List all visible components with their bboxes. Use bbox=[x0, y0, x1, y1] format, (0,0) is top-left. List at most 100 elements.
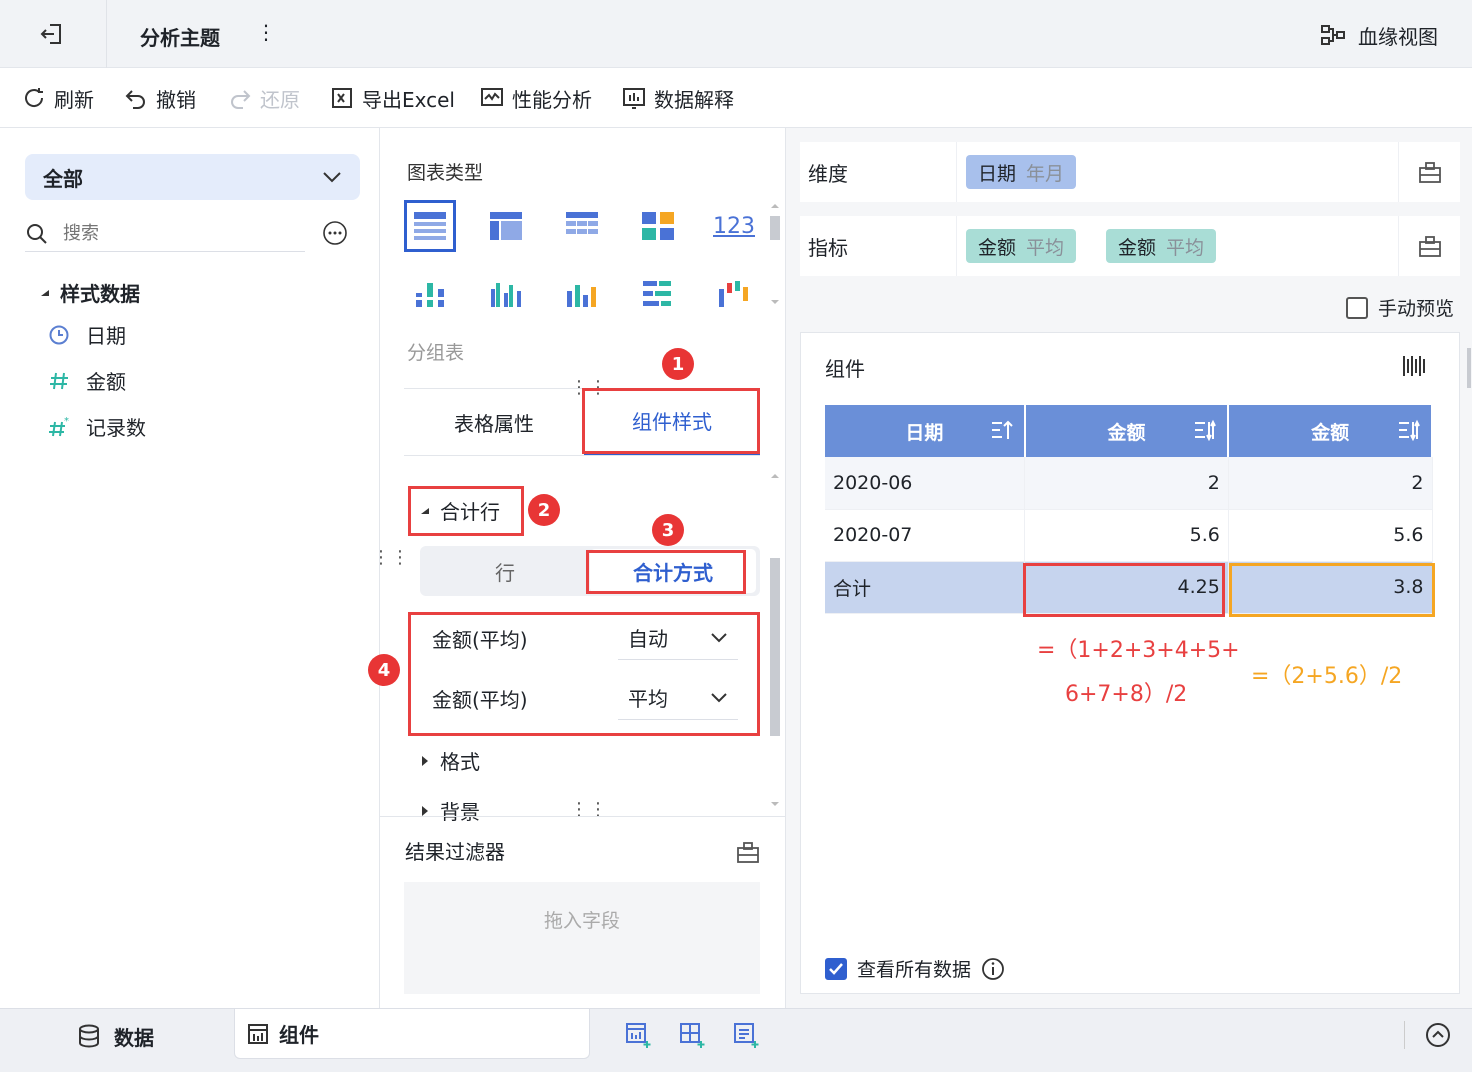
divider bbox=[956, 142, 957, 202]
export-label: 导出Excel bbox=[362, 87, 455, 112]
export-excel-button[interactable]: 导出Excel bbox=[330, 82, 455, 114]
chip-sub: 年月 bbox=[1026, 162, 1065, 185]
chart-explain-icon bbox=[622, 86, 646, 110]
tree-folder-style-data[interactable]: 样式数据 bbox=[40, 278, 140, 307]
tab-component[interactable]: 组件 bbox=[234, 1009, 590, 1059]
more-icon[interactable]: ⋮ bbox=[256, 20, 276, 48]
add-layout-icon[interactable] bbox=[678, 1021, 706, 1049]
chip-name: 金额 bbox=[978, 236, 1017, 259]
metric-chip-amount[interactable]: 金额 平均 bbox=[966, 229, 1077, 263]
column-header-date[interactable]: 日期 bbox=[825, 405, 1026, 457]
chip-sub: 平均 bbox=[1166, 236, 1205, 259]
cross-table-type-icon[interactable] bbox=[480, 200, 532, 252]
tree-folder-label: 样式数据 bbox=[60, 282, 140, 306]
sort-icon[interactable] bbox=[990, 419, 1014, 441]
annotation-box-total-1 bbox=[1023, 563, 1225, 617]
section-label: 格式 bbox=[440, 750, 480, 774]
component-preview-card: 组件 日期 金额 金额 2020-06 2 2 2020-07 5.6 5.6 … bbox=[800, 332, 1460, 994]
field-drop-zone[interactable]: 拖入字段 bbox=[404, 882, 760, 994]
view-all-checkbox[interactable] bbox=[825, 957, 847, 980]
number-type-icon[interactable]: 123 bbox=[708, 200, 760, 252]
bar-type-icon[interactable] bbox=[556, 268, 608, 320]
step-badge-2: 2 bbox=[528, 494, 560, 526]
manual-preview-toggle[interactable]: 手动预览 bbox=[1346, 294, 1454, 321]
segment-row[interactable]: 行 bbox=[420, 546, 590, 596]
horizontal-bar-type-icon[interactable] bbox=[632, 268, 684, 320]
field-item-record-count[interactable]: * 记录数 bbox=[48, 412, 146, 441]
add-field-icon[interactable] bbox=[736, 840, 760, 864]
tab-data[interactable]: 数据 bbox=[0, 1009, 232, 1063]
sort-icon[interactable] bbox=[1397, 419, 1421, 441]
more-options-icon[interactable] bbox=[322, 220, 348, 246]
header-label: 日期 bbox=[905, 421, 944, 444]
collapse-up-icon[interactable] bbox=[1424, 1021, 1452, 1049]
dimension-row: 维度 日期 年月 bbox=[800, 142, 1460, 202]
view-all-label: 查看所有数据 bbox=[857, 959, 972, 981]
cell-amount: 2 bbox=[1228, 457, 1433, 510]
field-item-date[interactable]: 日期 bbox=[48, 320, 126, 349]
exit-icon[interactable] bbox=[38, 20, 68, 48]
cell-date: 2020-07 bbox=[825, 509, 1026, 562]
scope-value: 全部 bbox=[43, 166, 83, 191]
chip-name: 日期 bbox=[978, 162, 1017, 185]
style-config-panel: 图表类型 123 分组表 ⋮⋮ 表格属性 组件样式 1 合计行 2 行 合计方式… bbox=[368, 128, 786, 1008]
field-label: 金额 bbox=[86, 370, 126, 394]
dimension-chip-date[interactable]: 日期 年月 bbox=[966, 155, 1077, 189]
divider bbox=[1404, 1021, 1405, 1049]
formula-red-line2: 6+7+8）/2 bbox=[1065, 682, 1188, 707]
chip-sub: 平均 bbox=[1026, 236, 1065, 259]
redo-button[interactable]: 还原 bbox=[228, 82, 300, 114]
cell-date: 2020-06 bbox=[825, 457, 1026, 510]
metric-chip-amount[interactable]: 金额 平均 bbox=[1106, 229, 1217, 263]
sort-icon[interactable] bbox=[1193, 419, 1217, 441]
waterfall-type-icon[interactable] bbox=[708, 268, 760, 320]
add-text-icon[interactable] bbox=[732, 1021, 760, 1049]
stacked-bar-type-icon[interactable] bbox=[404, 268, 456, 320]
detail-table-type-icon[interactable] bbox=[556, 200, 608, 252]
data-explain-button[interactable]: 数据解释 bbox=[622, 82, 734, 114]
search-input[interactable] bbox=[63, 223, 263, 244]
column-header-amount[interactable]: 金额 bbox=[1024, 405, 1230, 457]
column-header-amount[interactable]: 金额 bbox=[1228, 405, 1433, 457]
undo-button[interactable]: 撤销 bbox=[124, 82, 196, 114]
barcode-icon[interactable] bbox=[1401, 353, 1427, 379]
panel-resize-handle[interactable]: ⋮⋮ bbox=[372, 549, 410, 567]
divider bbox=[1398, 142, 1399, 202]
field-item-amount[interactable]: 金额 bbox=[48, 366, 126, 395]
table-row: 2020-06 2 2 bbox=[825, 457, 1433, 510]
chip-name: 金额 bbox=[1118, 236, 1157, 259]
lineage-view-button[interactable]: 血缘视图 bbox=[1320, 20, 1438, 50]
view-all-data-toggle[interactable]: 查看所有数据 bbox=[825, 955, 1005, 982]
redo-icon bbox=[228, 86, 252, 110]
info-icon[interactable] bbox=[981, 957, 1005, 981]
card-type-icon[interactable] bbox=[632, 200, 684, 252]
cell-amount: 2 bbox=[1024, 457, 1229, 510]
manual-preview-checkbox[interactable] bbox=[1346, 296, 1368, 319]
add-chart-icon[interactable] bbox=[624, 1021, 652, 1049]
style-scrollbar[interactable] bbox=[766, 468, 784, 814]
add-field-icon[interactable] bbox=[1418, 234, 1442, 258]
caret-right-icon bbox=[420, 755, 430, 767]
performance-analysis-button[interactable]: 性能分析 bbox=[480, 82, 592, 114]
chart-type-scrollbar[interactable] bbox=[766, 200, 784, 310]
svg-text:*: * bbox=[64, 416, 69, 427]
divider bbox=[1398, 216, 1399, 276]
grouped-bar-type-icon[interactable] bbox=[480, 268, 532, 320]
refresh-button[interactable]: 刷新 bbox=[22, 82, 94, 114]
tab-table-properties[interactable]: 表格属性 bbox=[404, 389, 584, 455]
scope-select[interactable]: 全部 bbox=[25, 154, 360, 200]
section-background[interactable]: 背景 bbox=[420, 796, 480, 825]
grouped-table-type-icon[interactable] bbox=[404, 200, 456, 252]
hash-icon bbox=[48, 370, 70, 392]
database-icon bbox=[78, 1024, 100, 1048]
page-scrollbar[interactable] bbox=[1466, 128, 1472, 1008]
table-header-row: 日期 金额 金额 bbox=[825, 405, 1433, 457]
add-field-icon[interactable] bbox=[1418, 160, 1442, 184]
step-badge-3: 3 bbox=[652, 514, 684, 546]
tab-component-label: 组件 bbox=[279, 1023, 319, 1047]
section-format[interactable]: 格式 bbox=[420, 746, 480, 775]
toolbar: 刷新 撤销 还原 导出Excel 性能分析 数据解释 bbox=[0, 68, 1472, 128]
resize-handle[interactable]: ⋮⋮ bbox=[570, 801, 608, 819]
divider bbox=[956, 216, 957, 276]
perf-label: 性能分析 bbox=[512, 87, 592, 112]
